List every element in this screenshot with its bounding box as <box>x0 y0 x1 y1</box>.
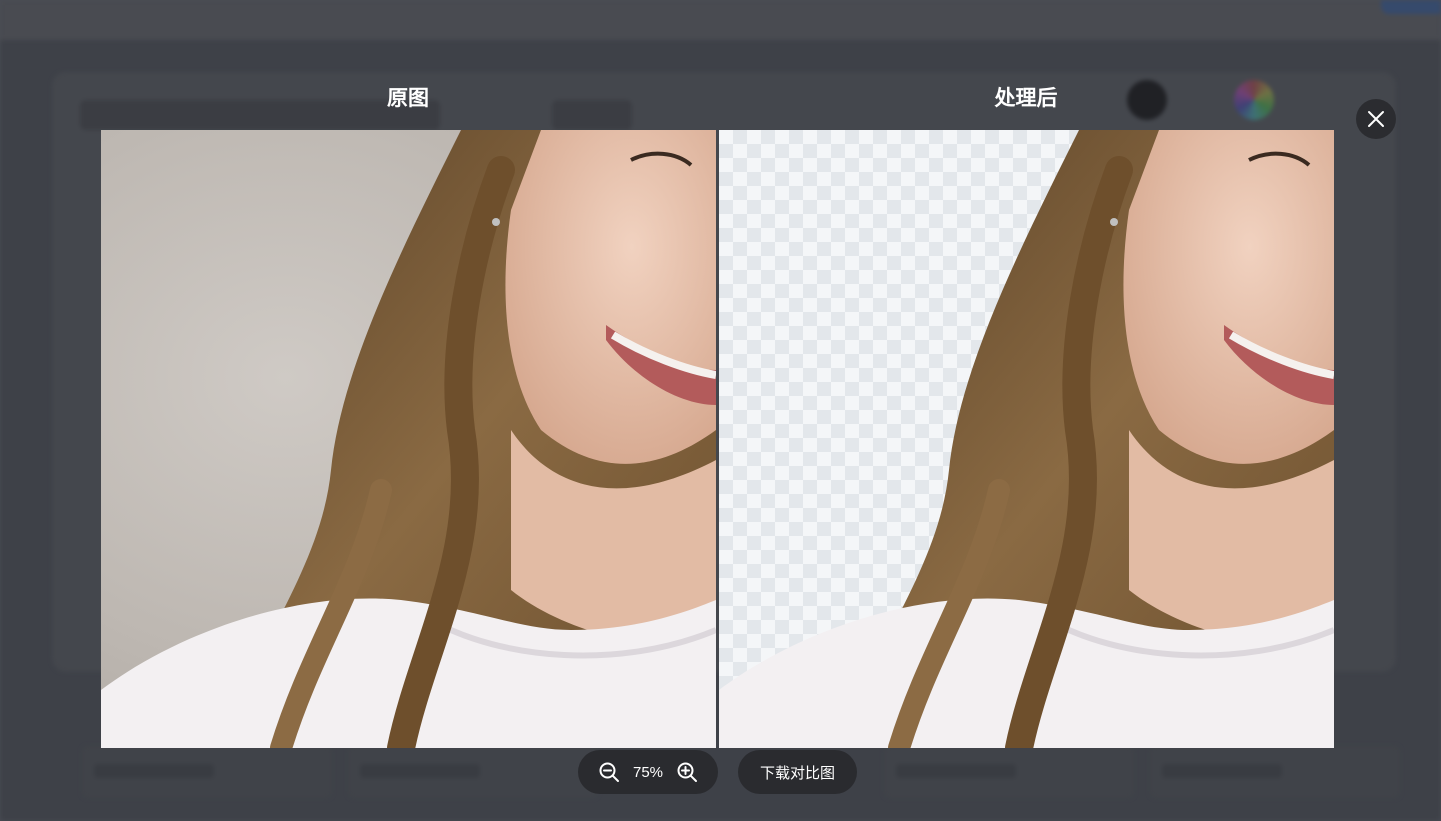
subject-portrait-cutout <box>719 130 1334 748</box>
zoom-level: 75% <box>632 763 664 781</box>
zoom-in-button[interactable] <box>674 759 700 785</box>
original-title: 原图 <box>387 87 429 110</box>
original-image <box>101 130 716 748</box>
processed-image <box>719 130 1334 748</box>
zoom-control: 75% <box>578 750 718 794</box>
download-comparison-button[interactable]: 下载对比图 <box>738 750 857 794</box>
zoom-out-icon <box>599 762 619 782</box>
subject-portrait <box>101 130 716 748</box>
zoom-in-icon <box>677 762 697 782</box>
close-icon <box>1368 111 1384 127</box>
zoom-out-button[interactable] <box>596 759 622 785</box>
close-button[interactable] <box>1356 99 1396 139</box>
processed-title: 处理后 <box>994 87 1058 110</box>
